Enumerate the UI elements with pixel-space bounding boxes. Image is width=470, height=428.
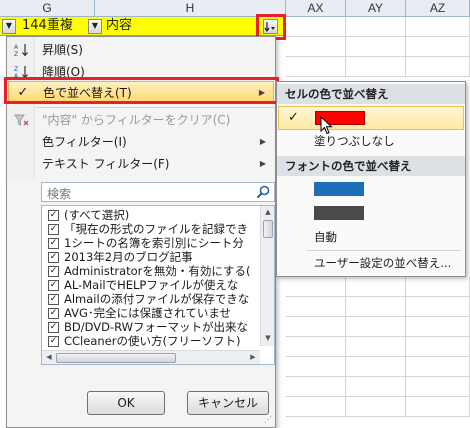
list-item[interactable]: (すべて選択): [64, 208, 129, 222]
column-header-ay[interactable]: AY: [346, 0, 406, 17]
menu-item-label: テキスト フィルター(F): [42, 157, 170, 171]
list-item[interactable]: Almailの添付ファイルが保存できな: [64, 292, 249, 306]
filter-dropdown-h-left[interactable]: ▼: [88, 19, 102, 34]
submenu-item-label: 塗りつぶしなし: [314, 134, 395, 148]
menu-item-color-filter[interactable]: 色フィルター(I) ▶: [8, 131, 274, 153]
checkbox[interactable]: ✓: [48, 294, 59, 305]
checkbox[interactable]: ✓: [48, 224, 59, 235]
mouse-cursor-icon: [320, 116, 333, 135]
search-placeholder: 検索: [47, 187, 72, 201]
cell-g-header[interactable]: 144重複: [22, 17, 88, 36]
filter-dropdown-g[interactable]: ▼: [2, 19, 16, 34]
magnifier-icon[interactable]: [255, 184, 271, 200]
menu-item-clear-filter[interactable]: "内容" からフィルターをクリア(C): [8, 109, 274, 131]
submenu-arrow-icon: ▶: [259, 159, 266, 168]
submenu-item-no-fill[interactable]: 塗りつぶしなし: [278, 130, 464, 152]
menu-item-text-filter[interactable]: テキスト フィルター(F) ▶: [8, 153, 274, 175]
submenu-separator: [307, 250, 461, 251]
sort-by-color-highlight: [4, 77, 279, 104]
submenu-item-auto[interactable]: 自動: [278, 226, 464, 248]
submenu-item-custom-sort[interactable]: ユーザー設定の並べ替え...: [278, 252, 464, 274]
sort-by-color-submenu: セルの色で並べ替え ✓ 塗りつぶしなし フォントの色で並べ替え 自動 ユーザー設…: [276, 81, 466, 277]
column-header-ax[interactable]: AX: [286, 0, 346, 17]
menu-item-label: 昇順(S): [42, 43, 83, 57]
svg-text:A: A: [14, 44, 19, 51]
cell-h-header[interactable]: 内容: [106, 17, 226, 36]
resize-grip-icon[interactable]: ⋰: [264, 415, 272, 424]
checkbox[interactable]: ✓: [48, 238, 59, 249]
svg-text:Z: Z: [14, 66, 18, 73]
scroll-thumb-horizontal[interactable]: [56, 353, 176, 363]
filter-search-box[interactable]: 検索: [41, 182, 275, 202]
list-item[interactable]: 「現在の形式のファイルを記録でき: [64, 222, 248, 236]
checkbox[interactable]: ✓: [48, 336, 59, 347]
checkbox[interactable]: ✓: [48, 308, 59, 319]
font-color-section-header: フォントの色で並べ替え: [277, 156, 465, 176]
blue-font-swatch: [314, 182, 364, 196]
list-item[interactable]: AVG･完全には保護されていませ: [64, 306, 231, 320]
ok-button[interactable]: OK: [87, 391, 165, 415]
column-header-g[interactable]: G: [0, 0, 95, 17]
checkbox[interactable]: ✓: [48, 266, 59, 277]
svg-text:Z: Z: [14, 51, 18, 57]
scroll-right-button[interactable]: ▶: [246, 351, 260, 364]
filter-value-list: ✓ (すべて選択) ✓ 「現在の形式のファイルを記録でき ✓ 1シートの名簿を索…: [41, 205, 275, 365]
clear-filter-icon: [14, 113, 30, 127]
scroll-thumb-vertical[interactable]: [263, 220, 273, 238]
checkmark-icon: ✓: [288, 110, 299, 125]
checkbox[interactable]: ✓: [48, 210, 59, 221]
menu-item-sort-ascending[interactable]: AZ 昇順(S): [8, 39, 274, 61]
list-item[interactable]: 2013年2月のブログ記事: [64, 250, 193, 264]
list-item[interactable]: Administratorを無効・有効にする(: [64, 264, 251, 278]
vertical-scrollbar[interactable]: ▲ ▼: [260, 206, 274, 346]
column-header-az[interactable]: AZ: [406, 0, 470, 17]
menu-separator: [37, 107, 275, 108]
scroll-down-button[interactable]: ▼: [261, 332, 274, 346]
submenu-item-gray-font[interactable]: [278, 202, 464, 224]
submenu-item-blue-font[interactable]: [278, 178, 464, 200]
list-item[interactable]: 1シートの名簿を索引別にシート分: [64, 236, 244, 250]
cancel-button[interactable]: キャンセル: [187, 391, 269, 415]
menu-item-label: 色フィルター(I): [42, 135, 127, 149]
scroll-up-button[interactable]: ▲: [261, 206, 274, 220]
submenu-arrow-icon: ▶: [259, 137, 266, 146]
menu-item-label: "内容" からフィルターをクリア(C): [42, 113, 231, 127]
checkbox[interactable]: ✓: [48, 280, 59, 291]
list-item[interactable]: AL-MailでHELPファイルが使えな: [64, 278, 238, 292]
list-item[interactable]: BD/DVD-RWフォーマットが出来な: [64, 320, 248, 334]
submenu-item-label: 自動: [314, 230, 337, 244]
gray-font-swatch: [314, 206, 364, 220]
cell-color-section-header: セルの色で並べ替え: [277, 84, 465, 104]
sort-ascending-icon: AZ: [14, 43, 30, 58]
list-item[interactable]: CCleanerの使い方(フリーソフト): [64, 334, 240, 348]
submenu-item-label: ユーザー設定の並べ替え...: [314, 256, 452, 270]
checkbox[interactable]: ✓: [48, 322, 59, 333]
checkbox[interactable]: ✓: [48, 252, 59, 263]
horizontal-scrollbar[interactable]: ◀ ▶: [42, 350, 260, 364]
scroll-left-button[interactable]: ◀: [42, 351, 56, 364]
submenu-item-red-fill[interactable]: ✓: [278, 106, 464, 130]
